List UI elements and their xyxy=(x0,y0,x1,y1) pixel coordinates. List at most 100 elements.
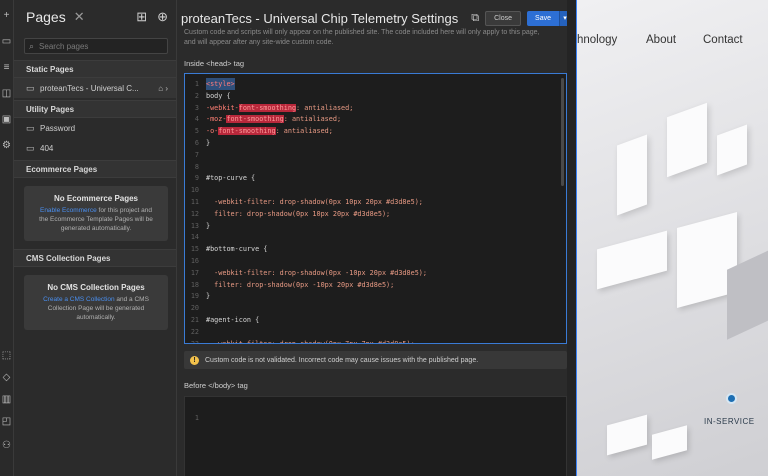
layers-icon[interactable]: ≡ xyxy=(1,62,12,73)
preview-icon[interactable]: ◰ xyxy=(1,416,12,427)
illustration-block xyxy=(607,414,647,456)
enable-ecommerce-link[interactable]: Enable Ecommerce xyxy=(40,207,97,214)
nav-link-contact[interactable]: Contact xyxy=(703,34,743,46)
code-text: filter: drop-shadow(0px -10px 20px #d3d8… xyxy=(206,280,395,289)
line-number: 19 xyxy=(190,292,199,301)
section-ecommerce-pages: Ecommerce Pages xyxy=(14,160,176,178)
save-button-group: Save ▾ xyxy=(527,10,570,26)
code-text: body { xyxy=(206,91,231,100)
page-settings-panel: proteanTecs - Universal Chip Telemetry S… xyxy=(177,0,576,476)
section-cms-pages: CMS Collection Pages xyxy=(14,249,176,267)
code-text: -webkit-font-smoothing: antialiased; xyxy=(206,102,353,114)
page-label: proteanTecs - Universal C... xyxy=(40,83,139,93)
empty-text: for this project and xyxy=(96,207,152,214)
code-suffix: : antialiased; xyxy=(296,103,354,112)
search-highlight: font-smoothing xyxy=(226,115,284,124)
page-item-404[interactable]: ▭ 404 xyxy=(14,138,176,158)
code-text: #agent-icon { xyxy=(206,316,260,324)
empty-text: Collection Page will be generated xyxy=(47,305,145,312)
body-code-editor[interactable]: 1 xyxy=(184,396,567,476)
page-icon: ▭ xyxy=(26,142,35,153)
close-button[interactable]: Close xyxy=(485,10,522,26)
ecommerce-empty-state: No Ecommerce Pages Enable Ecommerce for … xyxy=(24,186,168,241)
editor-scrollbar[interactable] xyxy=(561,78,564,186)
line-number: 10 xyxy=(190,186,199,195)
line-number: 2 xyxy=(194,91,199,100)
nav-link-technology[interactable]: hnology xyxy=(577,34,617,46)
close-icon[interactable]: ✕ xyxy=(74,9,85,25)
empty-text: automatically. xyxy=(76,314,116,321)
code-text: -webkit-filter: drop-shadow(0px 10px 20p… xyxy=(206,198,423,206)
image-icon[interactable]: ▣ xyxy=(1,114,12,125)
code-text: <style> xyxy=(206,78,235,90)
create-cms-collection-link[interactable]: Create a CMS Collection xyxy=(43,296,115,303)
page-label: 404 xyxy=(40,143,54,153)
illustration-block xyxy=(667,102,707,178)
in-service-label: IN-SERVICE xyxy=(704,417,755,426)
description-text: Custom code and scripts will only appear… xyxy=(184,29,540,36)
line-number: 20 xyxy=(190,304,199,313)
duplicate-icon[interactable]: ⧉ xyxy=(471,12,479,25)
panel-divider xyxy=(567,0,576,476)
head-code-label: Inside <head> tag xyxy=(184,59,245,68)
line-number: 8 xyxy=(194,162,199,171)
code-text: #top-curve { xyxy=(206,174,256,183)
code-prefix: -o- xyxy=(206,127,219,136)
status-dot xyxy=(726,393,737,404)
page-item-password[interactable]: ▭ Password xyxy=(14,118,176,138)
search-highlight: font-smoothing xyxy=(238,103,297,112)
add-icon[interactable]: + xyxy=(1,10,12,21)
search-box: ⌕ xyxy=(24,38,168,54)
section-utility-pages: Utility Pages xyxy=(14,100,176,118)
code-text: #bottom-curve { xyxy=(206,245,268,254)
save-button[interactable]: Save xyxy=(527,10,559,26)
add-folder-icon[interactable]: ⊞ xyxy=(136,9,147,25)
custom-code-description: Custom code and scripts will only appear… xyxy=(184,28,564,48)
illustration-block xyxy=(717,124,747,176)
left-toolbar: + ▭ ≡ ◫ ▣ ⚙ ⬚ ◇ ▥ ◰ ⚇ xyxy=(0,0,14,476)
pages-panel: Pages ✕ ⊞ ⊕ ⌕ Static Pages ▭ proteanTecs… xyxy=(14,0,177,476)
line-number: 23 xyxy=(190,339,199,344)
empty-text: and a CMS xyxy=(114,296,149,303)
page-icon: ▭ xyxy=(26,82,35,93)
line-number: 1 xyxy=(194,414,199,422)
settings-icon[interactable]: ⚙ xyxy=(1,140,12,151)
site-preview[interactable]: hnology About Contact IN-SERVICE xyxy=(576,0,768,476)
line-number: 1 xyxy=(194,80,199,88)
line-number: 17 xyxy=(190,268,199,277)
code-text: } xyxy=(206,292,211,301)
line-number: 9 xyxy=(194,174,199,183)
users-icon[interactable]: ⚇ xyxy=(1,440,12,451)
line-number: 6 xyxy=(194,139,199,147)
code-text: } xyxy=(206,221,211,230)
cms-empty-state: No CMS Collection Pages Create a CMS Col… xyxy=(24,275,168,330)
search-input[interactable] xyxy=(39,41,160,51)
line-number: 22 xyxy=(190,327,199,336)
line-number: 13 xyxy=(190,221,199,230)
home-icon: ⌂ › xyxy=(158,83,168,93)
line-number: 7 xyxy=(194,150,199,159)
line-number: 4 xyxy=(194,115,199,124)
line-number: 16 xyxy=(190,257,199,265)
code-line: 1 xyxy=(185,400,210,422)
code-prefix: -moz- xyxy=(206,115,227,124)
code-text: filter: drop-shadow(0px 10px 20px #d3d8e… xyxy=(206,209,391,218)
empty-title: No Ecommerce Pages xyxy=(53,194,139,203)
components-icon[interactable]: ◇ xyxy=(1,372,12,383)
warning-icon: ! xyxy=(190,355,199,365)
body-code-label: Before </body> tag xyxy=(184,381,248,390)
add-page-icon[interactable]: ⊕ xyxy=(157,9,168,25)
head-code-editor[interactable]: 1 <style> 2 body {3 -webkit-font-smoothing: … xyxy=(184,73,567,344)
search-highlight: font-smoothing xyxy=(218,127,276,136)
page-icon[interactable]: ▭ xyxy=(1,36,12,47)
select-icon[interactable]: ⬚ xyxy=(1,350,12,361)
code-text: -webkit-filter: drop-shadow(0px 7px 7px … xyxy=(206,339,415,344)
illustration-block xyxy=(617,134,647,216)
line-number: 18 xyxy=(190,280,199,289)
nav-link-about[interactable]: About xyxy=(646,34,676,46)
database-icon[interactable]: ◫ xyxy=(1,88,12,99)
empty-text: the Ecommerce Template Pages will be xyxy=(39,216,153,223)
page-item-home[interactable]: ▭ proteanTecs - Universal C... ⌂ › xyxy=(14,78,176,98)
validation-warning: ! Custom code is not validated. Incorrec… xyxy=(184,351,567,369)
audit-icon[interactable]: ▥ xyxy=(1,394,12,405)
